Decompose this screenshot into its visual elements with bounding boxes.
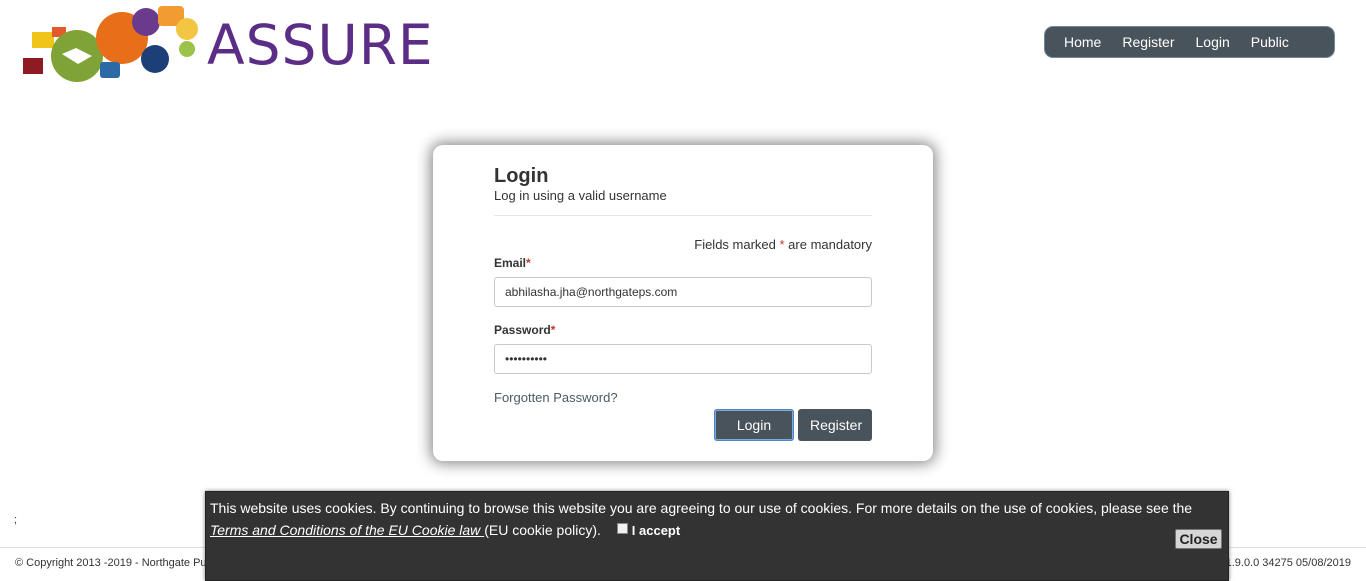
login-button[interactable]: Login bbox=[714, 409, 794, 441]
password-value: •••••••••• bbox=[505, 352, 548, 366]
accept-label-text: I accept bbox=[631, 523, 681, 538]
nav-public[interactable]: Public bbox=[1242, 34, 1298, 50]
form-buttons: Login Register bbox=[714, 409, 872, 441]
copyright-text: © Copyright 2013 -2019 - Northgate Pu bbox=[15, 557, 207, 569]
login-form: Login Log in using a valid username Fiel… bbox=[494, 163, 872, 441]
accept-checkbox[interactable] bbox=[616, 523, 628, 534]
email-label-text: Email bbox=[494, 256, 527, 270]
nav-register[interactable]: Register bbox=[1113, 34, 1183, 50]
required-star: * bbox=[550, 323, 556, 337]
nav-home[interactable]: Home bbox=[1055, 34, 1110, 50]
login-subtitle: Log in using a valid username bbox=[494, 188, 667, 203]
email-label: Email* bbox=[494, 256, 872, 270]
cookie-text: This website uses cookies. By continuing… bbox=[210, 500, 1193, 516]
stray-semicolon: ; bbox=[14, 514, 18, 526]
required-star: * bbox=[526, 256, 531, 270]
login-title: Login bbox=[494, 165, 549, 187]
email-field[interactable]: abhilasha.jha@northgateps.com bbox=[494, 277, 872, 307]
cookie-policy-link[interactable]: Terms and Conditions of the EU Cookie la… bbox=[210, 522, 484, 538]
register-button[interactable]: Register bbox=[798, 409, 872, 441]
version-text: 1.9.0.0 34275 05/08/2019 bbox=[1225, 557, 1351, 569]
mandatory-prefix: Fields marked bbox=[694, 237, 780, 252]
assure-logo[interactable]: ASSURE bbox=[22, 4, 433, 84]
mandatory-note: Fields marked * are mandatory bbox=[494, 237, 872, 252]
mandatory-suffix: are mandatory bbox=[784, 237, 872, 252]
login-panel: Login Log in using a valid username Fiel… bbox=[433, 145, 933, 461]
email-value: abhilasha.jha@northgateps.com bbox=[505, 285, 678, 299]
accept-label: I accept bbox=[616, 523, 681, 538]
divider bbox=[494, 215, 872, 216]
forgotten-password-link[interactable]: Forgotten Password? bbox=[494, 390, 618, 405]
password-label: Password* bbox=[494, 323, 872, 337]
password-label-text: Password bbox=[494, 323, 551, 337]
logo-icons-cluster bbox=[23, 6, 198, 82]
password-field[interactable]: •••••••••• bbox=[494, 344, 872, 374]
top-nav: Home Register Login Public bbox=[1044, 26, 1335, 58]
brand-name: ASSURE bbox=[207, 13, 434, 77]
cookie-banner: This website uses cookies. By continuing… bbox=[205, 491, 1229, 581]
page: ASSURE Home Register Login Public Login … bbox=[0, 0, 1366, 581]
cookie-close-button[interactable]: Close bbox=[1175, 529, 1222, 549]
cookie-after-link: (EU cookie policy). bbox=[484, 522, 601, 538]
nav-login[interactable]: Login bbox=[1187, 34, 1239, 50]
